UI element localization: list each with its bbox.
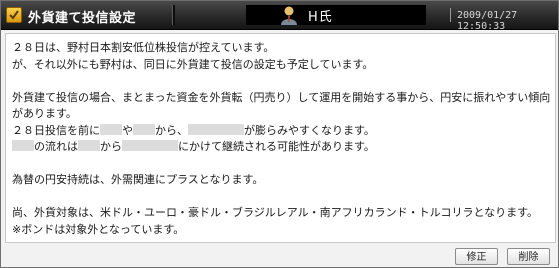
- settings-window: 外貨建て投信設定 H氏 2009/01/27 12:50:33 ２８日は、野村日…: [0, 0, 559, 268]
- message-fragment: の流れは: [34, 140, 78, 153]
- delete-button[interactable]: 削除: [507, 248, 550, 265]
- message-line: 外貨建て投信の場合、まとまった資金を外貨転（円売り）して運用を開始する事から、円…: [12, 90, 551, 104]
- title-bar: 外貨建て投信設定 H氏 2009/01/27 12:50:33: [1, 1, 558, 32]
- window-title: 外貨建て投信設定: [28, 11, 137, 26]
- message-fragment: にかけて継続される可能性があります。: [178, 140, 375, 153]
- message-line: 尚、外貨対象は、米ドル・ユーロ・豪ドル・ブラジルレアル・南アフリカランド・トルコ…: [12, 206, 539, 219]
- message-fragment: や: [122, 123, 133, 137]
- message-line: ２８日投信を前に や から、 が膨らみやすくなります。: [12, 123, 555, 140]
- redacted-text: [122, 140, 178, 151]
- title-divider: [172, 5, 175, 25]
- message-fragment: が膨らみやすくなります。: [244, 123, 375, 137]
- message-fragment: から、: [155, 123, 188, 137]
- message-fragment: から: [100, 140, 122, 153]
- redacted-text: [188, 123, 244, 135]
- avatar-icon: [280, 5, 298, 25]
- button-bar: 修正 削除: [1, 245, 558, 267]
- message-line: の流れは から にかけて継続される可能性があります。: [12, 139, 555, 156]
- redacted-text: [12, 140, 34, 151]
- user-box: H氏: [246, 5, 426, 25]
- message-line: ２８日は、野村日本割安低位株投信が控えています。: [12, 41, 275, 54]
- timestamp-divider: [450, 8, 451, 22]
- message-line: が、それ以外にも野村は、同日に外貨建て投信の設定も予定しています。: [12, 57, 374, 71]
- message-line: ※ボンドは対象外となっています。: [12, 222, 185, 236]
- redacted-text: [78, 140, 100, 151]
- redacted-text: [133, 123, 155, 135]
- timestamp: 2009/01/27 12:50:33: [457, 10, 518, 32]
- checkmark-icon: [6, 7, 22, 23]
- message-body: ２８日は、野村日本割安低位株投信が控えています。 が、それ以外にも野村は、同日に…: [5, 33, 556, 243]
- user-name: H氏: [308, 10, 333, 25]
- message-line: 為替の円安持続は、外需関連にプラスとなります。: [12, 173, 264, 186]
- message-fragment: ２８日投信を前に: [12, 123, 100, 137]
- message-line: があります。: [12, 107, 77, 120]
- edit-button[interactable]: 修正: [455, 248, 498, 265]
- redacted-text: [100, 123, 122, 135]
